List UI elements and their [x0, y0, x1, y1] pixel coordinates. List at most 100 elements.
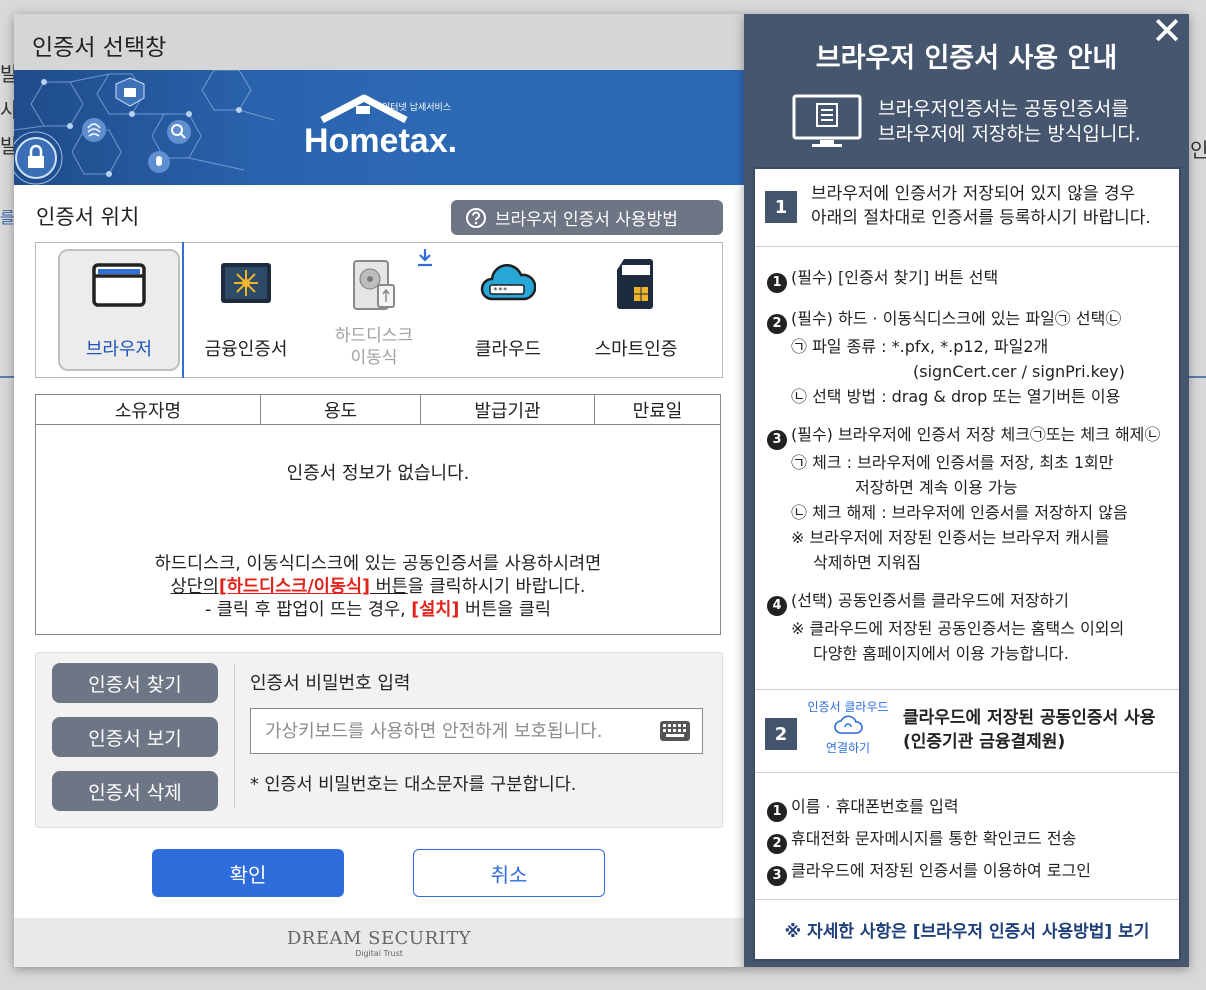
browser-cert-howto-button[interactable]: 브라우저 인증서 사용방법: [451, 200, 723, 235]
password-input[interactable]: [250, 708, 703, 754]
step1-item: 4 (선택) 공동인증서를 클라우드에 저장하기: [767, 588, 1160, 616]
guide-subtitle: 브라우저인증서는 공동인증서를 브라우저에 저장하는 방식입니다.: [878, 97, 1141, 147]
column-owner[interactable]: 소유자명: [36, 395, 261, 424]
confirm-button[interactable]: 확인: [152, 849, 344, 897]
virtual-keyboard-icon[interactable]: [660, 721, 690, 741]
step1-item: 삭제하면 지워짐: [813, 553, 922, 572]
hard-disk-label-line2: 이동식: [350, 348, 398, 368]
smart-card-icon: [617, 259, 653, 309]
location-label: 인증서 위치: [36, 205, 140, 229]
step1-header: 1 브라우저에 인증서가 저장되어 있지 않을 경우 아래의 절차대로 인증서를…: [755, 169, 1179, 247]
view-cert-button[interactable]: 인증서 보기: [52, 717, 218, 757]
step1-description: 브라우저에 인증서가 저장되어 있지 않을 경우 아래의 절차대로 인증서를 등…: [811, 182, 1151, 230]
location-smart-auth-label: 스마트인증: [594, 339, 678, 360]
item-number: 2: [767, 314, 787, 334]
step2-item: 2 휴대전화 문자메시지를 통한 확인코드 전송: [767, 823, 1091, 855]
hard-disk-icon: [353, 260, 395, 310]
howto-button-label: 브라우저 인증서 사용방법: [495, 210, 678, 230]
cloud-icon: ***_: [480, 264, 536, 301]
location-cloud[interactable]: ***_ 클라우드: [448, 243, 568, 377]
step2-list: 1 이름 · 휴대폰번호를 입력 2 휴대전화 문자메시지를 통한 확인코드 전송 …: [767, 791, 1091, 887]
step2-header: 2 인증서 클라우드 연결하기 클라우드에 저장된 공동인증서 사용 (인증기관…: [755, 689, 1179, 773]
active-indicator: [182, 242, 184, 378]
password-case-note: * 인증서 비밀번호는 대소문자를 구분합니다.: [250, 775, 577, 795]
browser-icon: [92, 263, 146, 307]
column-expiry[interactable]: 만료일: [595, 395, 720, 424]
delete-cert-button[interactable]: 인증서 삭제: [52, 771, 218, 811]
empty-message: 인증서 정보가 없습니다.: [286, 463, 470, 484]
step2-description: 클라우드에 저장된 공동인증서 사용 (인증기관 금융결제원): [903, 706, 1155, 754]
svg-text:***_: ***_: [493, 286, 512, 295]
location-cloud-label: 클라우드: [474, 339, 542, 360]
notice-click-install-text: 버튼을 클릭: [459, 600, 552, 620]
background-divider: [0, 376, 14, 378]
certificate-table: 소유자명 용도 발급기관 만료일 인증서 정보가 없습니다. 하드디스크, 이동…: [35, 394, 721, 635]
notice-install-text: [설치]: [411, 600, 460, 620]
guide-title: 브라우저 인증서 사용 안내: [815, 43, 1118, 74]
item-number: 2: [767, 834, 787, 854]
hard-disk-label-line1: 하드디스크: [334, 326, 414, 346]
notice-click-text: 을 클릭하시기 바랍니다.: [407, 577, 586, 597]
step2-line2: (인증기관 금융결제원): [903, 732, 1066, 752]
hard-disk-notice: 하드디스크, 이동식디스크에 있는 공동인증서를 사용하시려면 상단의[하드디스…: [36, 553, 720, 622]
column-issuer[interactable]: 발급기관: [421, 395, 595, 424]
certificate-location-selector: 브라우저 금융인증서 하드디스크 이동식 ***_ 클라우드 스마트인증: [35, 242, 723, 378]
step1-number: 1: [765, 191, 797, 223]
column-purpose[interactable]: 용도: [261, 395, 421, 424]
step1-item: (signCert.cer / signPri.key): [913, 362, 1125, 381]
location-hard-disk[interactable]: 하드디스크 이동식: [314, 243, 434, 377]
security-network-graphic: [14, 70, 274, 185]
notice-line3: - 클릭 후 팝업이 뜨는 경우, [설치] 버튼을 클릭: [36, 599, 720, 622]
step1-list: 1 (필수) [인증서 찾기] 버튼 선택 2 (필수) 하드 · 이동식디스크에 …: [767, 265, 1160, 666]
monitor-icon: [792, 94, 862, 147]
guide-subtitle-line2: 브라우저에 저장하는 방식입니다.: [878, 123, 1141, 145]
step1-item: ※ 클라우드에 저장된 공동인증서는 홈택스 이외의: [791, 619, 1125, 638]
guide-body: 1 브라우저에 인증서가 저장되어 있지 않을 경우 아래의 절차대로 인증서를…: [753, 167, 1181, 961]
step1-line1: 브라우저에 인증서가 저장되어 있지 않을 경우: [811, 184, 1136, 204]
dialog-title: 인증서 선택창: [14, 14, 744, 70]
step1-item: ㉡ 선택 방법 : drag & drop 또는 열기버튼 이용: [791, 387, 1121, 406]
step1-item: 다양한 홈페이지에서 이용 가능합니다.: [813, 644, 1069, 663]
step2-number: 2: [765, 718, 797, 750]
guide-subtitle-line1: 브라우저인증서는 공동인증서를: [878, 98, 1129, 120]
hometax-banner: Hometax. 인터넷 납세서비스: [14, 70, 744, 185]
cloud-connect-link[interactable]: 인증서 클라우드 연결하기: [801, 700, 895, 756]
location-browser[interactable]: 브라우저: [54, 243, 184, 377]
background-divider: [1189, 376, 1206, 378]
notice-top-text: 상단의: [170, 577, 219, 597]
location-financial-cert[interactable]: 금융인증서: [186, 243, 306, 377]
notice-popup-text: - 클릭 후 팝업이 뜨는 경우,: [204, 600, 412, 620]
location-smart-auth[interactable]: 스마트인증: [576, 243, 696, 377]
download-icon[interactable]: [416, 247, 434, 267]
item-number: 4: [767, 596, 787, 616]
hometax-logo: Hometax. 인터넷 납세서비스: [304, 94, 457, 160]
step2-line1: 클라우드에 저장된 공동인증서 사용: [903, 708, 1156, 728]
item-number: 3: [767, 866, 787, 886]
item-number: 1: [767, 802, 787, 822]
notice-line2: 상단의[하드디스크/이동식] 버튼을 클릭하시기 바랍니다.: [36, 576, 720, 599]
item-number: 3: [767, 430, 787, 450]
guide-detail-link[interactable]: ※ 자세한 사항은 [브라우저 인증서 사용방법] 보기: [755, 899, 1179, 959]
dream-security-logo: DREAM SECURITY: [286, 928, 472, 949]
brand-tagline: Digital Trust: [355, 949, 403, 958]
background-text: 를: [0, 208, 15, 227]
cancel-button[interactable]: 취소: [413, 849, 605, 897]
step1-item: ㉠ 체크 : 브라우저에 인증서를 저장, 최초 1회만: [791, 453, 1114, 472]
item-number: 1: [767, 273, 787, 293]
step1-item: ㉡ 체크 해제 : 브라우저에 인증서를 저장하지 않음: [791, 503, 1128, 522]
financial-cert-icon: [221, 263, 271, 303]
step1-item: ㉠ 파일 종류 : *.pfx, *.p12, 파일2개: [791, 337, 1049, 356]
notice-line1: 하드디스크, 이동식디스크에 있는 공동인증서를 사용하시려면: [154, 554, 602, 574]
location-financial-cert-label: 금융인증서: [204, 339, 288, 360]
location-hard-disk-label: 하드디스크 이동식: [314, 325, 434, 369]
step1-item: 저장하면 계속 이용 가능: [855, 478, 1018, 497]
dialog-footer: DREAM SECURITY Digital Trust: [14, 918, 744, 967]
notice-hard-disk-link[interactable]: [하드디스크/이동식]: [219, 577, 370, 597]
step2-item: 1 이름 · 휴대폰번호를 입력: [767, 791, 1091, 823]
question-circle-icon: [466, 207, 486, 228]
cloud-label-bottom: 연결하기: [825, 741, 871, 755]
step1-item: ※ 브라우저에 저장된 인증서는 브라우저 캐시를: [791, 528, 1110, 547]
find-cert-button[interactable]: 인증서 찾기: [52, 663, 218, 703]
notice-button-text: 버튼: [370, 577, 408, 597]
password-divider: [234, 663, 235, 809]
